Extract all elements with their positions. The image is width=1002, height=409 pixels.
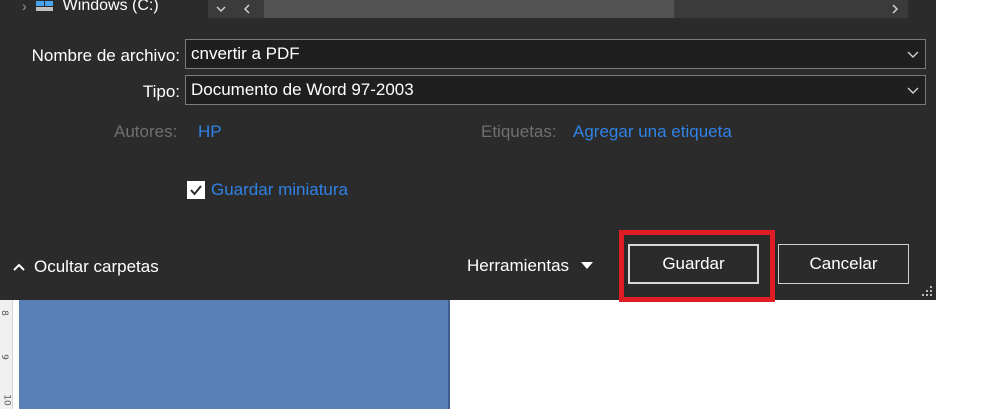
save-button-highlight: [619, 230, 775, 302]
save-as-dialog: › Windows (C:) Nombre de archivo: cnvert…: [0, 0, 936, 300]
authors-label: Autores:: [114, 122, 178, 141]
chevron-left-icon: [243, 4, 250, 14]
tools-label: Herramientas: [467, 256, 570, 275]
ruler-mark: 9: [0, 354, 9, 360]
triangle-down-icon: [581, 262, 594, 269]
filename-field[interactable]: cnvertir a PDF: [185, 39, 926, 69]
tree-item-label: Windows (C:): [62, 0, 159, 14]
panel-edge: [448, 300, 450, 409]
folder-tree-strip: › Windows (C:): [0, 0, 936, 20]
ruler-mark: 10: [1, 394, 12, 406]
hide-folders-button[interactable]: Ocultar carpetas: [12, 257, 159, 277]
windows-drive-icon: [35, 1, 53, 11]
scroll-left-button[interactable]: [234, 0, 260, 18]
thumbnail-checkbox[interactable]: [187, 181, 205, 199]
tools-menu-button[interactable]: Herramientas: [467, 256, 594, 276]
resize-grip-icon[interactable]: [921, 285, 933, 297]
filename-label: Nombre de archivo:: [31, 46, 180, 65]
type-select[interactable]: Documento de Word 97-2003: [185, 75, 926, 105]
ruler-mark: 8: [0, 310, 9, 316]
tags-label: Etiquetas:: [481, 122, 557, 141]
cancel-button[interactable]: Cancelar: [778, 244, 909, 284]
chevron-down-icon: [216, 6, 226, 13]
scrollbar-thumb[interactable]: [264, 0, 674, 18]
vertical-ruler: 8 9 10: [0, 300, 13, 409]
chevron-right-icon[interactable]: ›: [22, 0, 27, 13]
type-value[interactable]: Documento de Word 97-2003: [191, 80, 414, 99]
chevron-down-icon[interactable]: [907, 49, 919, 59]
check-icon: [190, 185, 202, 196]
chevron-right-icon: [892, 4, 899, 14]
tree-item-windows-drive[interactable]: › Windows (C:): [22, 0, 159, 20]
document-page-panel: [19, 300, 450, 409]
thumbnail-label[interactable]: Guardar miniatura: [211, 180, 348, 200]
authors-link[interactable]: HP: [198, 122, 222, 142]
chevron-up-icon: [13, 263, 25, 271]
scroll-right-button[interactable]: [882, 0, 908, 18]
scroll-down-button[interactable]: [208, 0, 234, 18]
hide-folders-label: Ocultar carpetas: [34, 257, 159, 276]
chevron-down-icon[interactable]: [907, 85, 919, 95]
horizontal-scrollbar[interactable]: [234, 0, 908, 18]
add-tag-link[interactable]: Agregar una etiqueta: [573, 122, 732, 142]
type-label: Tipo:: [142, 82, 180, 101]
filename-value[interactable]: cnvertir a PDF: [191, 44, 300, 63]
